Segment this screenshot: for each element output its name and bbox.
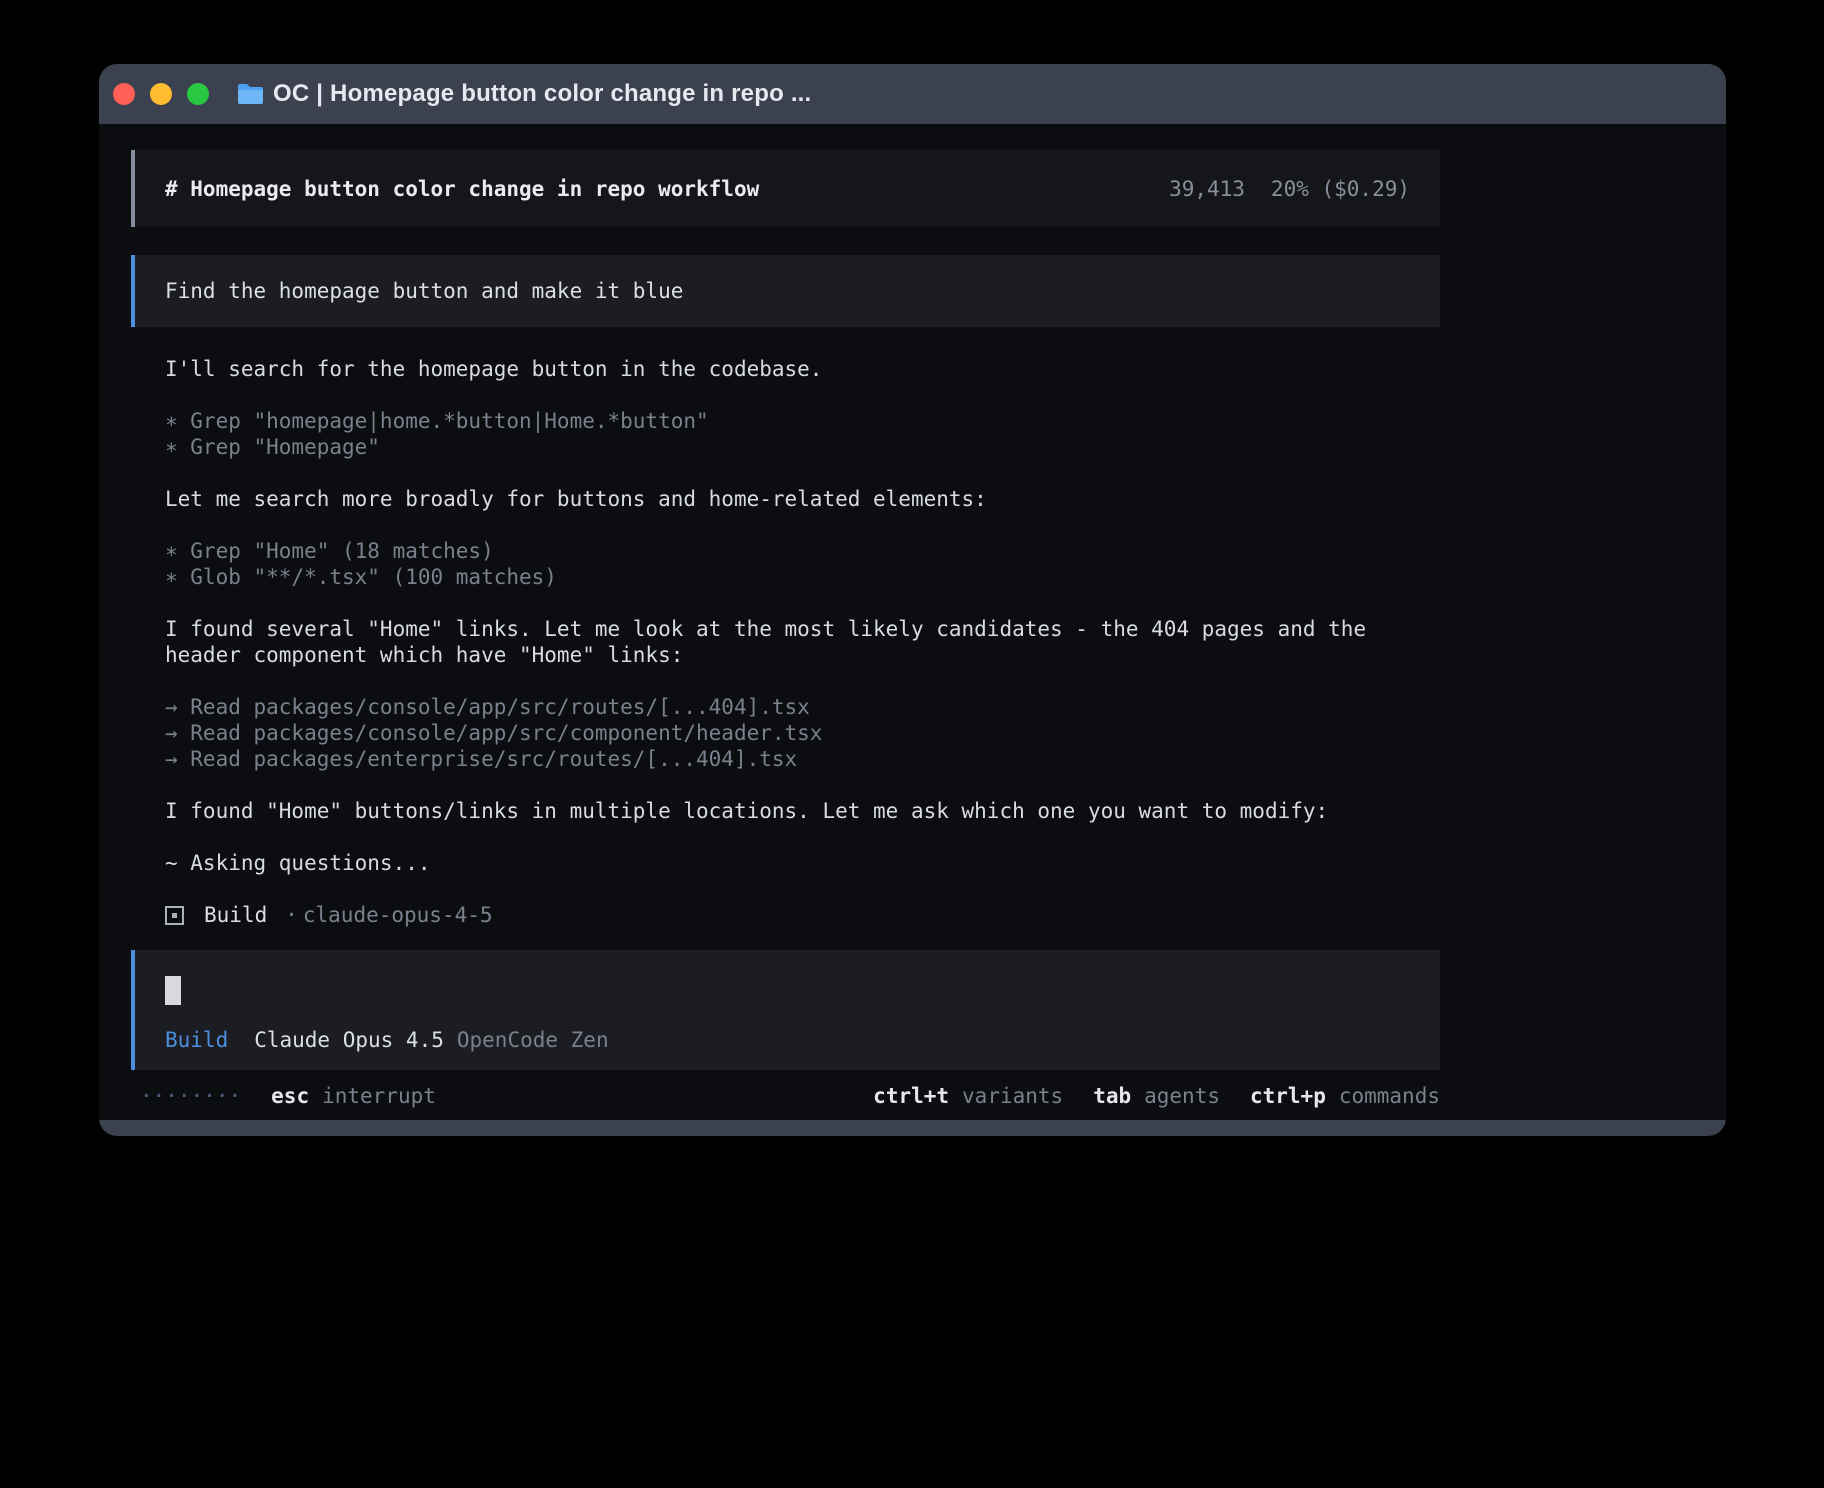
transcript-line: ∗ Grep "homepage|home.*button|Home.*butt… <box>165 408 1440 434</box>
status-bar: ········ esc interrupt ctrl+t variants t… <box>131 1084 1440 1108</box>
shortcut-commands[interactable]: ctrl+p commands <box>1250 1084 1440 1108</box>
transcript-line: ∗ Grep "Home" (18 matches) <box>165 538 1440 564</box>
shortcut-variants[interactable]: ctrl+t variants <box>873 1084 1063 1108</box>
esc-key: esc <box>271 1084 309 1108</box>
transcript: I'll search for the homepage button in t… <box>131 356 1440 876</box>
terminal-window: OC | Homepage button color change in rep… <box>99 64 1726 1136</box>
separator-dot: · <box>285 902 298 928</box>
minimize-button[interactable] <box>150 83 172 105</box>
session-metrics: 39,413 20% ($0.29) <box>1169 177 1410 201</box>
ctrl-p-key: ctrl+p <box>1250 1084 1326 1108</box>
agents-label: agents <box>1144 1084 1220 1108</box>
transcript-line: I found several "Home" links. Let me loo… <box>165 616 1440 642</box>
session-header: # Homepage button color change in repo w… <box>131 150 1440 227</box>
assistant-text: I found "Home" buttons/links in multiple… <box>165 798 1440 824</box>
transcript-line: Let me search more broadly for buttons a… <box>165 486 1440 512</box>
ctrl-t-key: ctrl+t <box>873 1084 949 1108</box>
agent-name: Build <box>204 902 267 928</box>
shortcut-agents[interactable]: tab agents <box>1093 1084 1220 1108</box>
transcript-line: → Read packages/console/app/src/componen… <box>165 720 1440 746</box>
assistant-text: ~ Asking questions... <box>165 850 1440 876</box>
close-button[interactable] <box>113 83 135 105</box>
text-cursor <box>165 976 181 1005</box>
assistant-text: Let me search more broadly for buttons a… <box>165 486 1440 512</box>
folder-icon <box>237 83 264 105</box>
user-message: Find the homepage button and make it blu… <box>131 255 1440 327</box>
shortcut-group: ctrl+t variants tab agents ctrl+p comman… <box>873 1084 1440 1108</box>
agent-status-row: Build · claude-opus-4-5 <box>131 902 1440 928</box>
spinner-dots: ········ <box>140 1084 241 1108</box>
tab-key: tab <box>1093 1084 1131 1108</box>
shortcut-interrupt[interactable]: esc interrupt <box>271 1084 436 1108</box>
window-title: OC | Homepage button color change in rep… <box>273 80 811 108</box>
input-provider-label: OpenCode Zen <box>457 1028 609 1052</box>
transcript-line: header component which have "Home" links… <box>165 642 1440 668</box>
transcript-line: I found "Home" buttons/links in multiple… <box>165 798 1440 824</box>
assistant-text: I'll search for the homepage button in t… <box>165 356 1440 382</box>
terminal-content: # Homepage button color change in repo w… <box>99 124 1726 1120</box>
transcript-line: ∗ Grep "Homepage" <box>165 434 1440 460</box>
agent-status-icon <box>165 906 184 925</box>
zoom-button[interactable] <box>187 83 209 105</box>
input-meta-row: Build Claude Opus 4.5 OpenCode Zen <box>165 1028 1410 1052</box>
transcript-line: ~ Asking questions... <box>165 850 1440 876</box>
input-agent-label[interactable]: Build <box>165 1028 228 1052</box>
tool-call-group: ∗ Grep "homepage|home.*button|Home.*butt… <box>165 408 1440 460</box>
transcript-line: ∗ Glob "**/*.tsx" (100 matches) <box>165 564 1440 590</box>
user-message-text: Find the homepage button and make it blu… <box>165 279 683 303</box>
session-title: # Homepage button color change in repo w… <box>165 177 759 201</box>
variants-label: variants <box>962 1084 1063 1108</box>
commands-label: commands <box>1339 1084 1440 1108</box>
context-usage: 20% ($0.29) <box>1271 177 1410 201</box>
window-titlebar: OC | Homepage button color change in rep… <box>99 64 1726 124</box>
prompt-input[interactable]: Build Claude Opus 4.5 OpenCode Zen <box>131 950 1440 1070</box>
input-model-label: Claude Opus 4.5 <box>254 1028 444 1052</box>
transcript-line: → Read packages/enterprise/src/routes/[.… <box>165 746 1440 772</box>
assistant-text: I found several "Home" links. Let me loo… <box>165 616 1440 668</box>
transcript-line: I'll search for the homepage button in t… <box>165 356 1440 382</box>
tool-call-group: → Read packages/console/app/src/routes/[… <box>165 694 1440 772</box>
transcript-line: → Read packages/console/app/src/routes/[… <box>165 694 1440 720</box>
token-count: 39,413 <box>1169 177 1245 201</box>
model-name: claude-opus-4-5 <box>303 902 493 928</box>
tool-call-group: ∗ Grep "Home" (18 matches)∗ Glob "**/*.t… <box>165 538 1440 590</box>
esc-label: interrupt <box>322 1084 436 1108</box>
